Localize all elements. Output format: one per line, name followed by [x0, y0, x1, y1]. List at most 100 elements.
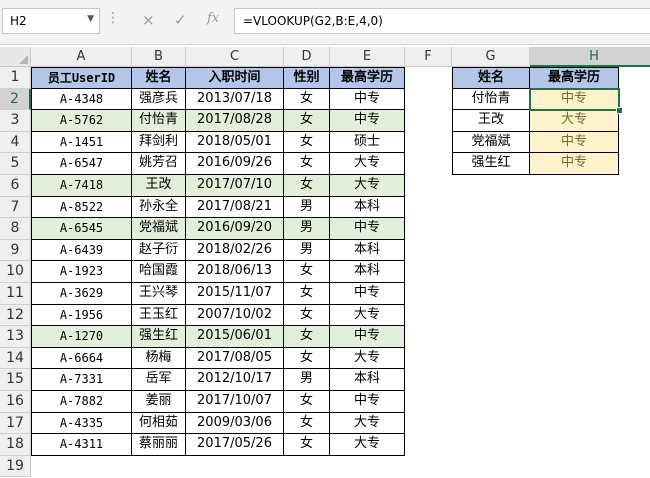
- table-cell[interactable]: A-8522: [31, 196, 132, 219]
- table-cell[interactable]: 2017/08/21: [186, 196, 284, 219]
- table-cell[interactable]: A-1956: [31, 304, 132, 327]
- table-cell[interactable]: 2018/05/01: [186, 131, 284, 154]
- table-cell[interactable]: A-4348: [31, 88, 132, 111]
- row-header-1[interactable]: 1: [0, 67, 31, 89]
- table-header-cell[interactable]: 员工UserID: [31, 67, 132, 89]
- table-cell[interactable]: 男: [284, 196, 330, 219]
- more-dots-icon[interactable]: ⋮: [106, 10, 120, 26]
- lookup-result-cell[interactable]: 中专: [530, 131, 619, 154]
- table-cell[interactable]: 王玉红: [132, 304, 186, 327]
- lookup-result-cell[interactable]: 中专: [530, 88, 619, 111]
- table-header-cell[interactable]: 性别: [284, 67, 330, 89]
- name-box[interactable]: H2 ▼: [2, 8, 100, 34]
- table-cell[interactable]: 何相茹: [132, 412, 186, 435]
- table-cell[interactable]: A-6439: [31, 239, 132, 262]
- lookup-header-cell[interactable]: 姓名: [452, 67, 530, 89]
- table-cell[interactable]: 女: [284, 131, 330, 154]
- table-cell[interactable]: A-7882: [31, 391, 132, 413]
- table-cell[interactable]: 强生红: [132, 326, 186, 348]
- table-cell[interactable]: 大专: [330, 412, 405, 435]
- table-cell[interactable]: A-6664: [31, 347, 132, 370]
- select-all-corner[interactable]: [0, 47, 31, 67]
- lookup-name-cell[interactable]: 强生红: [452, 153, 530, 175]
- column-header-f[interactable]: F: [405, 47, 452, 67]
- insert-function-icon[interactable]: fx: [207, 11, 219, 26]
- table-cell[interactable]: A-1923: [31, 261, 132, 283]
- table-cell[interactable]: 男: [284, 369, 330, 391]
- table-cell[interactable]: 2013/07/18: [186, 88, 284, 111]
- table-cell[interactable]: 2017/07/10: [186, 175, 284, 197]
- table-cell[interactable]: 中专: [330, 283, 405, 305]
- table-cell[interactable]: 岳军: [132, 369, 186, 391]
- column-header-h[interactable]: H: [530, 47, 650, 67]
- column-header-c[interactable]: C: [186, 47, 284, 67]
- table-cell[interactable]: A-5762: [31, 110, 132, 132]
- table-cell[interactable]: 女: [284, 261, 330, 283]
- row-header-6[interactable]: 6: [0, 175, 31, 197]
- column-header-a[interactable]: A: [31, 47, 132, 67]
- table-cell[interactable]: A-4311: [31, 434, 132, 456]
- table-cell[interactable]: 党福斌: [132, 218, 186, 240]
- lookup-result-cell[interactable]: 大专: [530, 110, 619, 132]
- table-header-cell[interactable]: 入职时间: [186, 67, 284, 89]
- column-header-e[interactable]: E: [330, 47, 405, 67]
- table-cell[interactable]: 2012/10/17: [186, 369, 284, 391]
- table-cell[interactable]: 2016/09/26: [186, 153, 284, 175]
- table-cell[interactable]: 女: [284, 175, 330, 197]
- table-cell[interactable]: 2007/10/02: [186, 304, 284, 327]
- table-cell[interactable]: 中专: [330, 88, 405, 111]
- table-cell[interactable]: A-3629: [31, 283, 132, 305]
- check-icon[interactable]: ✓: [174, 11, 187, 29]
- table-header-cell[interactable]: 最高学历: [330, 67, 405, 89]
- table-cell[interactable]: 拜剑利: [132, 131, 186, 154]
- fill-handle[interactable]: [616, 107, 623, 115]
- row-header-12[interactable]: 12: [0, 304, 31, 327]
- table-cell[interactable]: A-4335: [31, 412, 132, 435]
- table-cell[interactable]: 大专: [330, 347, 405, 370]
- row-header-2[interactable]: 2: [0, 88, 31, 111]
- table-cell[interactable]: 2017/05/26: [186, 434, 284, 456]
- lookup-result-cell[interactable]: 中专: [530, 153, 619, 175]
- row-header-16[interactable]: 16: [0, 391, 31, 413]
- table-cell[interactable]: 杨梅: [132, 347, 186, 370]
- lookup-name-cell[interactable]: 王改: [452, 110, 530, 132]
- table-cell[interactable]: 2017/10/07: [186, 391, 284, 413]
- row-header-4[interactable]: 4: [0, 131, 31, 154]
- table-cell[interactable]: 本科: [330, 369, 405, 391]
- table-cell[interactable]: 2018/06/13: [186, 261, 284, 283]
- formula-input[interactable]: =VLOOKUP(G2,B:E,4,0): [234, 8, 650, 34]
- table-cell[interactable]: 2018/02/26: [186, 239, 284, 262]
- table-cell[interactable]: 中专: [330, 326, 405, 348]
- table-cell[interactable]: 女: [284, 434, 330, 456]
- table-cell[interactable]: 中专: [330, 391, 405, 413]
- table-cell[interactable]: 男: [284, 239, 330, 262]
- table-cell[interactable]: 强彦兵: [132, 88, 186, 111]
- row-header-3[interactable]: 3: [0, 110, 31, 132]
- table-cell[interactable]: 姜丽: [132, 391, 186, 413]
- table-cell[interactable]: 大专: [330, 434, 405, 456]
- table-cell[interactable]: 女: [284, 326, 330, 348]
- row-header-14[interactable]: 14: [0, 347, 31, 370]
- cancel-icon[interactable]: ×: [142, 11, 155, 29]
- table-header-cell[interactable]: 姓名: [132, 67, 186, 89]
- table-cell[interactable]: A-1270: [31, 326, 132, 348]
- table-cell[interactable]: A-7331: [31, 369, 132, 391]
- table-cell[interactable]: 2009/03/06: [186, 412, 284, 435]
- table-cell[interactable]: 中专: [330, 218, 405, 240]
- table-cell[interactable]: 孙永全: [132, 196, 186, 219]
- table-cell[interactable]: A-6547: [31, 153, 132, 175]
- table-cell[interactable]: 2015/11/07: [186, 283, 284, 305]
- table-cell[interactable]: A-6545: [31, 218, 132, 240]
- table-cell[interactable]: 付怡青: [132, 110, 186, 132]
- table-cell[interactable]: 王改: [132, 175, 186, 197]
- table-cell[interactable]: 硕士: [330, 131, 405, 154]
- row-header-18[interactable]: 18: [0, 434, 31, 456]
- column-header-b[interactable]: B: [132, 47, 186, 67]
- table-cell[interactable]: 蔡丽丽: [132, 434, 186, 456]
- table-cell[interactable]: 女: [284, 153, 330, 175]
- table-cell[interactable]: 本科: [330, 196, 405, 219]
- chevron-down-icon[interactable]: ▼: [87, 14, 94, 24]
- table-cell[interactable]: 大专: [330, 304, 405, 327]
- table-cell[interactable]: 2017/08/05: [186, 347, 284, 370]
- table-cell[interactable]: 男: [284, 218, 330, 240]
